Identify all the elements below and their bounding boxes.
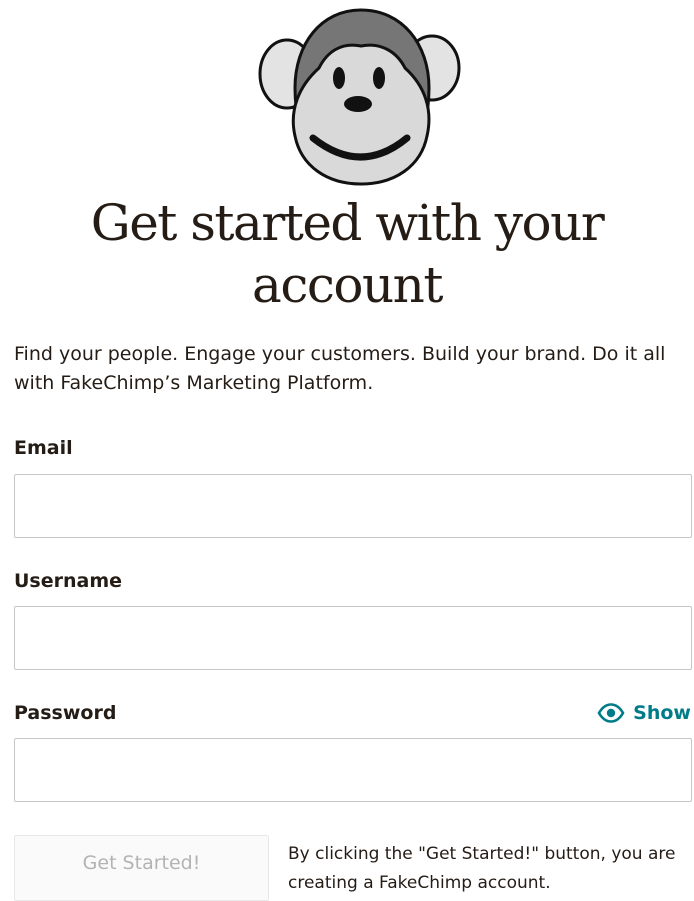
intro-text: Find your people. Engage your customers.… <box>14 343 666 394</box>
show-password-label: Show <box>633 702 691 724</box>
get-started-button[interactable]: Get Started! <box>14 835 269 901</box>
page-title: Get started with your account <box>90 194 605 314</box>
password-input[interactable] <box>14 738 692 802</box>
eye-icon <box>597 703 625 723</box>
password-label: Password <box>14 702 117 724</box>
username-input[interactable] <box>14 606 692 670</box>
show-password-toggle[interactable]: Show <box>597 700 691 726</box>
terms-text: By clicking the "Get Started!" button, y… <box>288 844 676 893</box>
monkey-logo <box>257 6 462 188</box>
email-label: Email <box>14 437 73 459</box>
email-input[interactable] <box>14 474 692 538</box>
username-label: Username <box>14 570 123 592</box>
monkey-face-icon <box>258 8 461 186</box>
